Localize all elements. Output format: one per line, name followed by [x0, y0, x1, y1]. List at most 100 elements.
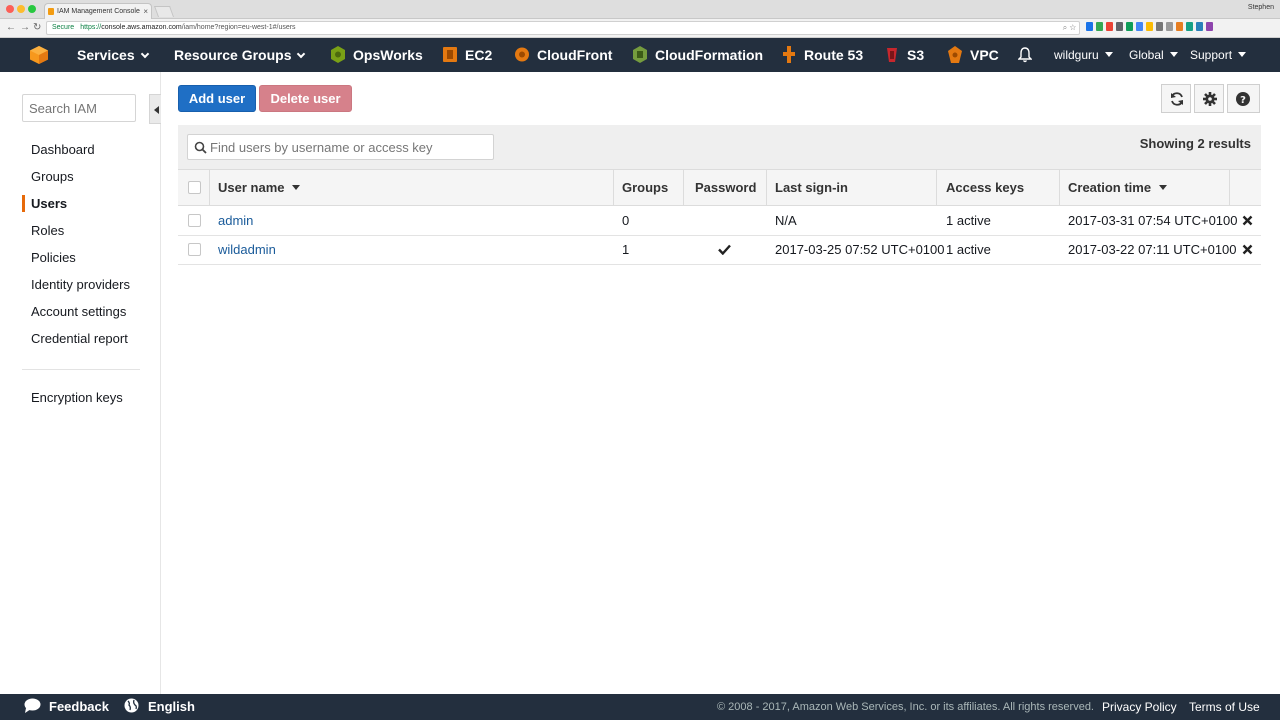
- column-last-sign-in[interactable]: Last sign-in: [775, 170, 848, 205]
- aws-favicon-icon: [48, 8, 54, 15]
- resource-groups-menu[interactable]: Resource Groups: [174, 38, 306, 72]
- shortcut-cloudformation[interactable]: CloudFormation: [633, 38, 763, 72]
- sidebar-item-encryption-keys[interactable]: Encryption keys: [31, 390, 123, 405]
- search-icon: [194, 141, 207, 154]
- services-menu[interactable]: Services: [77, 38, 149, 72]
- route53-icon: [783, 45, 795, 63]
- sidebar-item-users[interactable]: Users: [31, 196, 67, 211]
- extension-icon[interactable]: [1116, 22, 1123, 31]
- caret-down-icon: [1238, 52, 1247, 58]
- opsworks-icon: [331, 45, 345, 63]
- extension-icon[interactable]: [1136, 22, 1143, 31]
- region-name: Global: [1129, 48, 1164, 62]
- region-menu[interactable]: Global: [1129, 38, 1178, 72]
- extension-icon[interactable]: [1196, 22, 1203, 31]
- shortcut-cloudfront[interactable]: CloudFront: [515, 38, 612, 72]
- column-access-keys[interactable]: Access keys: [946, 170, 1024, 205]
- tab-close-icon[interactable]: ×: [143, 4, 148, 19]
- extension-icon[interactable]: [1156, 22, 1163, 31]
- browser-tab[interactable]: IAM Management Console ×: [44, 3, 152, 19]
- browser-profile-name[interactable]: Stephen: [1248, 4, 1274, 11]
- shortcut-vpc[interactable]: VPC: [948, 38, 999, 72]
- url-host: console.aws.amazon.com: [101, 24, 182, 31]
- shortcut-label: CloudFront: [537, 47, 613, 63]
- extension-icon[interactable]: [1146, 22, 1153, 31]
- search-iam-input[interactable]: [22, 94, 136, 122]
- minimize-window-button[interactable]: [17, 5, 25, 13]
- column-password[interactable]: Password: [695, 170, 756, 205]
- add-user-button[interactable]: Add user: [178, 85, 256, 112]
- extension-icon[interactable]: [1206, 22, 1213, 31]
- aws-cube-logo-icon[interactable]: [29, 45, 49, 65]
- delete-user-icon[interactable]: [1242, 215, 1253, 226]
- table-row[interactable]: admin 0 N/A 1 active 2017-03-31 07:54 UT…: [178, 206, 1261, 236]
- find-users-input[interactable]: Find users by username or access key: [187, 134, 494, 160]
- gear-icon: [1203, 92, 1217, 106]
- refresh-button[interactable]: [1161, 84, 1191, 113]
- select-all-checkbox[interactable]: [188, 181, 201, 194]
- close-window-button[interactable]: [6, 5, 14, 13]
- forward-arrow-icon[interactable]: →: [20, 21, 30, 35]
- support-menu[interactable]: Support: [1190, 38, 1247, 72]
- column-creation-time[interactable]: Creation time: [1068, 170, 1168, 205]
- account-menu[interactable]: wildguru: [1054, 38, 1113, 72]
- delete-user-button[interactable]: Delete user: [259, 85, 352, 112]
- extension-icon[interactable]: [1166, 22, 1173, 31]
- column-divider: [1059, 170, 1060, 205]
- browser-extensions: [1086, 22, 1213, 34]
- column-user-name[interactable]: User name: [218, 170, 301, 205]
- sidebar-item-roles[interactable]: Roles: [31, 223, 64, 238]
- extension-icon[interactable]: [1086, 22, 1093, 31]
- help-button[interactable]: ?: [1227, 84, 1260, 113]
- extension-icon[interactable]: [1126, 22, 1133, 31]
- table-row[interactable]: wildadmin 1 2017-03-25 07:52 UTC+0100 1 …: [178, 235, 1261, 265]
- user-name-link[interactable]: wildadmin: [218, 235, 276, 264]
- feedback-link[interactable]: Feedback: [24, 694, 109, 720]
- address-bar[interactable]: Secure https://console.aws.amazon.com/iam…: [46, 21, 1080, 35]
- new-tab-button[interactable]: [153, 6, 175, 17]
- settings-button[interactable]: [1194, 84, 1224, 113]
- extension-icon[interactable]: [1106, 22, 1113, 31]
- user-name-link[interactable]: admin: [218, 206, 253, 235]
- console-footer: Feedback English © 2008 - 2017, Amazon W…: [0, 694, 1280, 720]
- language-selector[interactable]: English: [124, 694, 195, 720]
- caret-down-icon: [1104, 52, 1113, 58]
- row-checkbox[interactable]: [188, 243, 201, 256]
- extension-icon[interactable]: [1186, 22, 1193, 31]
- terms-of-use-link[interactable]: Terms of Use: [1189, 694, 1260, 720]
- row-checkbox[interactable]: [188, 214, 201, 227]
- results-count: Showing 2 results: [1139, 136, 1251, 151]
- extension-icon[interactable]: [1096, 22, 1103, 31]
- password-set-checkmark-icon: [718, 244, 731, 255]
- delete-user-icon[interactable]: [1242, 244, 1253, 255]
- sidebar-item-policies[interactable]: Policies: [31, 250, 76, 265]
- last-sign-in: N/A: [775, 213, 797, 228]
- privacy-policy-link[interactable]: Privacy Policy: [1102, 694, 1177, 720]
- sidebar-item-account-settings[interactable]: Account settings: [31, 304, 126, 319]
- extension-icon[interactable]: [1176, 22, 1183, 31]
- reload-icon[interactable]: ↻: [33, 21, 41, 35]
- sidebar-item-credential-report[interactable]: Credential report: [31, 331, 128, 346]
- collapse-sidebar-button[interactable]: [149, 94, 161, 124]
- back-arrow-icon[interactable]: ←: [6, 21, 16, 35]
- shortcut-s3[interactable]: S3: [885, 38, 924, 72]
- column-divider: [209, 170, 210, 205]
- bookmark-star-icon[interactable]: ⌕ ☆: [1063, 22, 1076, 34]
- secure-lock-label: Secure: [52, 24, 75, 31]
- column-label: User name: [218, 180, 285, 195]
- sidebar-item-groups[interactable]: Groups: [31, 169, 74, 184]
- column-divider: [1229, 170, 1230, 205]
- shortcut-ec2[interactable]: EC2: [443, 38, 492, 72]
- column-label: Creation time: [1068, 180, 1152, 195]
- access-keys: 1 active: [946, 242, 991, 257]
- notification-bell-icon[interactable]: [1018, 47, 1032, 63]
- maximize-window-button[interactable]: [28, 5, 36, 13]
- shortcut-route53[interactable]: Route 53: [782, 38, 863, 72]
- sidebar-divider: [22, 369, 140, 370]
- column-groups[interactable]: Groups: [622, 170, 668, 205]
- resource-groups-label: Resource Groups: [174, 47, 292, 63]
- language-label: English: [148, 699, 195, 714]
- shortcut-opsworks[interactable]: OpsWorks: [331, 38, 423, 72]
- sidebar-item-identity-providers[interactable]: Identity providers: [31, 277, 130, 292]
- sidebar-item-dashboard[interactable]: Dashboard: [31, 142, 95, 157]
